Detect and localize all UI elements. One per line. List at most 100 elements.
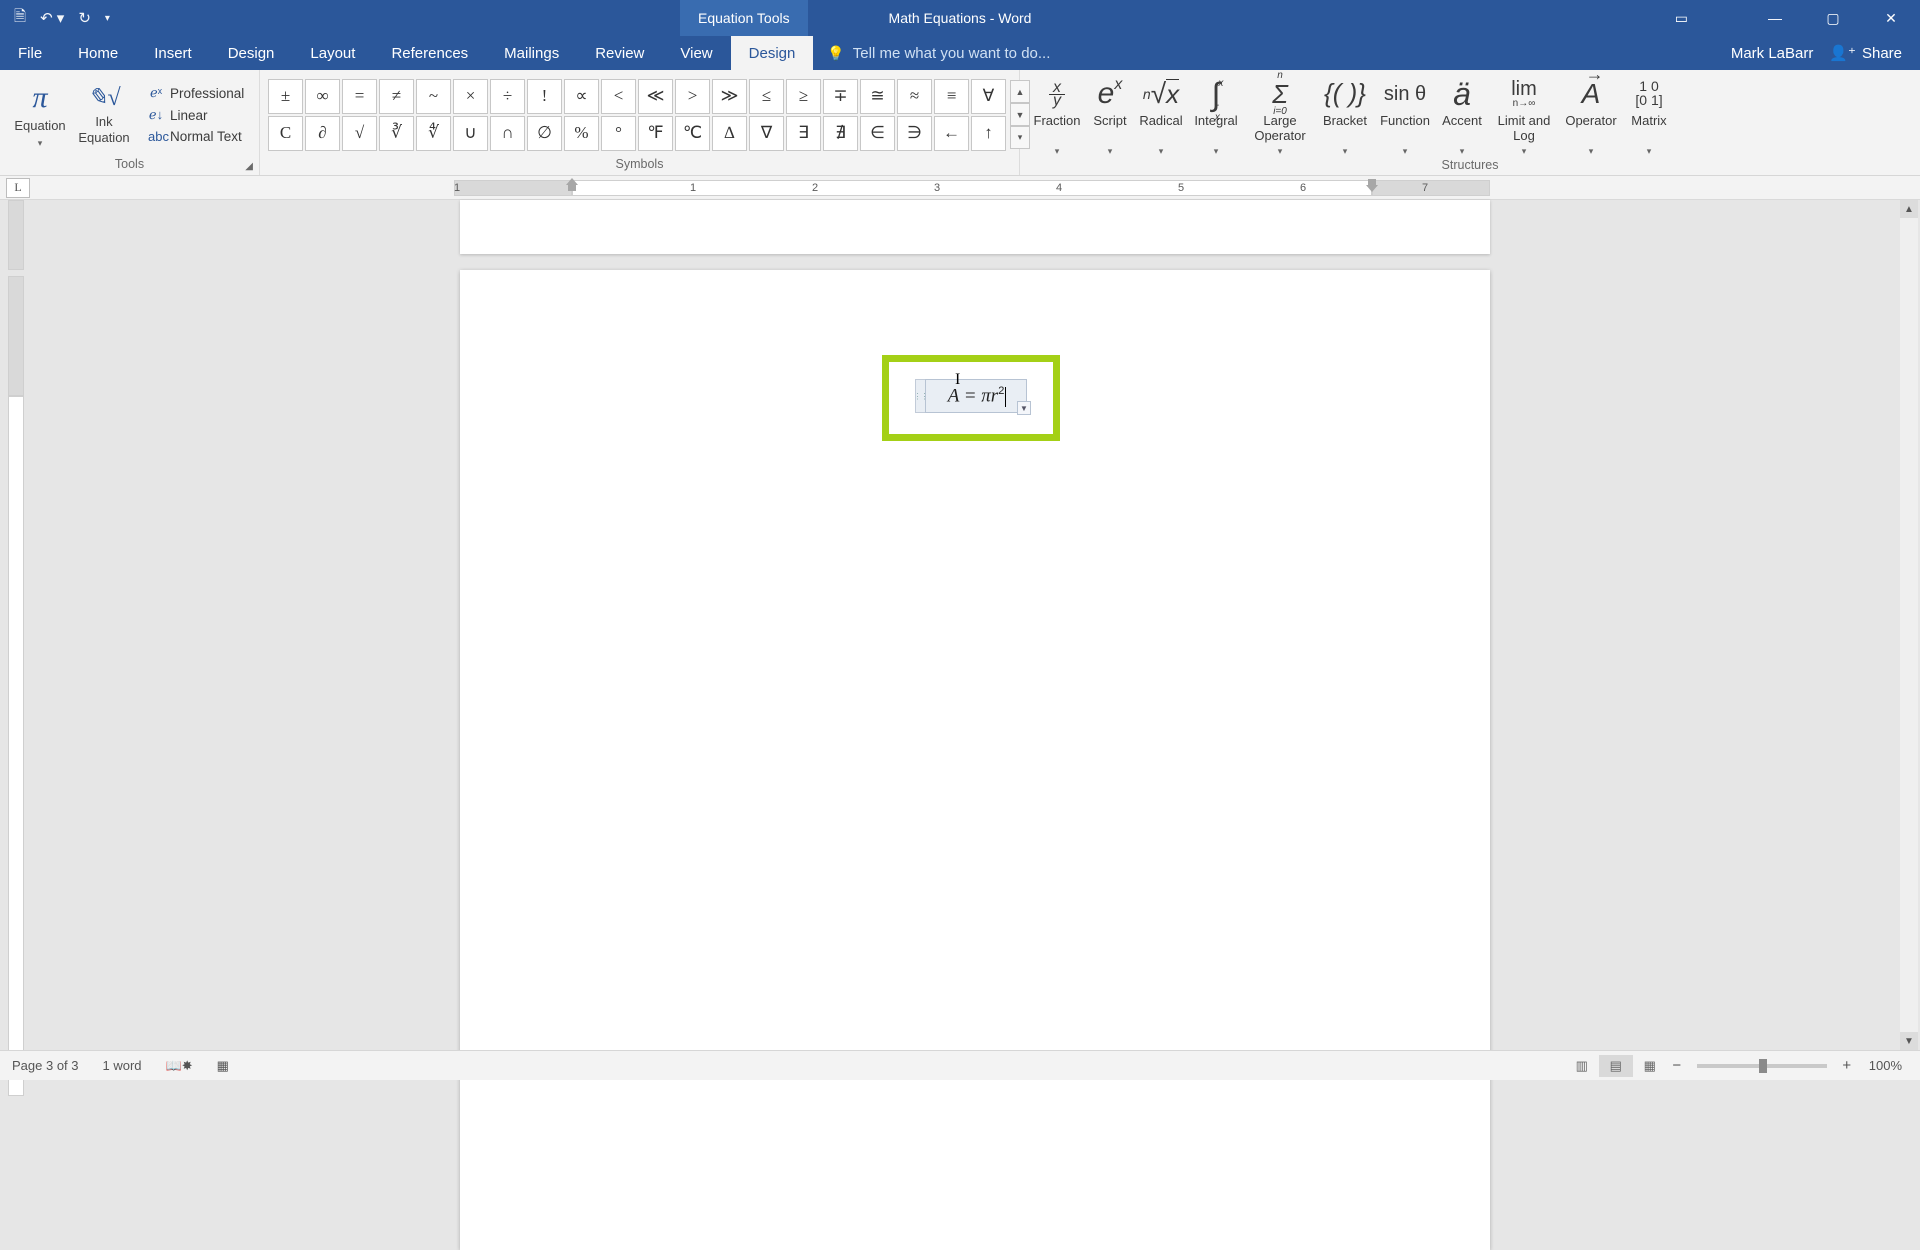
symbol-cell[interactable]: ∄ <box>823 116 858 151</box>
symbol-cell[interactable]: ≠ <box>379 79 414 114</box>
symbol-cell[interactable]: × <box>453 79 488 114</box>
zoom-slider-thumb[interactable] <box>1759 1059 1767 1073</box>
save-icon[interactable]: 🗎 <box>14 6 26 31</box>
macro-icon[interactable]: ▦ <box>205 1058 241 1074</box>
symbol-cell[interactable]: ↑ <box>971 116 1006 151</box>
word-count[interactable]: 1 word <box>91 1058 154 1073</box>
page-indicator[interactable]: Page 3 of 3 <box>0 1058 91 1073</box>
vertical-scrollbar[interactable]: ▲ ▼ <box>1900 200 1918 1050</box>
scroll-up-button[interactable]: ▲ <box>1900 200 1918 218</box>
symbol-cell[interactable]: ∩ <box>490 116 525 151</box>
document-page[interactable]: ⋮⋮ A = πr2 I ▼ <box>460 270 1490 1250</box>
dialog-launcher-icon[interactable]: ◢ <box>245 161 253 172</box>
structure-limit-and-log[interactable]: limn→∞Limit and Log▾ <box>1488 72 1560 156</box>
normal-text-button[interactable]: abcNormal Text <box>144 128 248 145</box>
spellcheck-icon[interactable]: 📖✸ <box>154 1058 205 1074</box>
symbol-cell[interactable]: ± <box>268 79 303 114</box>
structure-script[interactable]: exScript▾ <box>1086 72 1134 156</box>
symbol-cell[interactable]: ∓ <box>823 79 858 114</box>
equation-button[interactable]: π Equation ▾ <box>8 80 72 148</box>
symbol-cell[interactable]: C <box>268 116 303 151</box>
zoom-in-button[interactable]: + <box>1837 1057 1857 1074</box>
symbol-cell[interactable]: ∇ <box>749 116 784 151</box>
tab-references[interactable]: References <box>373 36 486 70</box>
symbol-cell[interactable]: < <box>601 79 636 114</box>
read-mode-button[interactable]: ▥ <box>1565 1055 1599 1077</box>
ribbon-display-options-icon[interactable]: ▭ <box>1675 0 1688 36</box>
professional-button[interactable]: ℯˣProfessional <box>144 84 248 102</box>
symbol-cell[interactable]: ≥ <box>786 79 821 114</box>
zoom-out-button[interactable]: − <box>1667 1057 1687 1074</box>
symbol-cell[interactable]: ∜ <box>416 116 451 151</box>
symbol-cell[interactable]: ≅ <box>860 79 895 114</box>
symbol-cell[interactable]: ← <box>934 116 969 151</box>
share-button[interactable]: 👤⁺ Share <box>1829 36 1920 70</box>
tab-insert[interactable]: Insert <box>136 36 210 70</box>
symbol-cell[interactable]: ≈ <box>897 79 932 114</box>
tab-home[interactable]: Home <box>60 36 136 70</box>
symbol-cell[interactable]: ~ <box>416 79 451 114</box>
structure-radical[interactable]: n√xRadical▾ <box>1134 72 1188 156</box>
symbol-cell[interactable]: ∃ <box>786 116 821 151</box>
structure-integral[interactable]: ∫x-xIntegral▾ <box>1188 72 1244 156</box>
tab-view[interactable]: View <box>662 36 730 70</box>
tab-file[interactable]: File <box>0 36 60 70</box>
tell-me-search[interactable]: 💡 Tell me what you want to do... <box>813 36 1050 70</box>
minimize-button[interactable]: — <box>1746 0 1804 36</box>
symbol-cell[interactable]: √ <box>342 116 377 151</box>
symbol-cell[interactable]: ∆ <box>712 116 747 151</box>
tab-equation-design[interactable]: Design <box>731 36 814 70</box>
structure-fraction[interactable]: xyFraction▾ <box>1028 72 1086 156</box>
symbol-cell[interactable]: ∪ <box>453 116 488 151</box>
symbol-cell[interactable]: ÷ <box>490 79 525 114</box>
symbol-cell[interactable]: ∞ <box>305 79 340 114</box>
qat-more-icon[interactable]: ▾ <box>105 13 110 24</box>
zoom-slider[interactable] <box>1697 1064 1827 1068</box>
tab-selector[interactable]: L <box>6 178 30 198</box>
symbol-cell[interactable]: ∛ <box>379 116 414 151</box>
symbol-cell[interactable]: ≡ <box>934 79 969 114</box>
account-name[interactable]: Mark LaBarr <box>1731 36 1830 70</box>
symbol-cell[interactable]: = <box>342 79 377 114</box>
symbol-cell[interactable]: ∝ <box>564 79 599 114</box>
maximize-button[interactable]: ▢ <box>1804 0 1862 36</box>
tab-review[interactable]: Review <box>577 36 662 70</box>
tab-mailings[interactable]: Mailings <box>486 36 577 70</box>
redo-icon[interactable]: ↻ <box>78 9 91 27</box>
tab-design-main[interactable]: Design <box>210 36 293 70</box>
first-line-indent-marker[interactable] <box>566 178 578 192</box>
symbol-cell[interactable]: ! <box>527 79 562 114</box>
linear-button[interactable]: ℯ↓Linear <box>144 106 248 124</box>
structure-bracket[interactable]: {( )}Bracket▾ <box>1316 72 1374 156</box>
symbol-cell[interactable]: ∈ <box>860 116 895 151</box>
symbol-cell[interactable]: > <box>675 79 710 114</box>
symbol-cell[interactable]: ∀ <box>971 79 1006 114</box>
structure-operator[interactable]: A→Operator▾ <box>1560 72 1622 156</box>
symbol-cell[interactable]: ∅ <box>527 116 562 151</box>
symbol-cell[interactable]: % <box>564 116 599 151</box>
equation-placeholder[interactable]: A = πr2 <box>925 379 1027 413</box>
structure-large-operator[interactable]: nΣi=0Large Operator▾ <box>1244 72 1316 156</box>
structure-matrix[interactable]: [1 00 1]Matrix▾ <box>1622 72 1676 156</box>
right-indent-marker[interactable] <box>1366 178 1378 192</box>
undo-icon[interactable]: ↶ ▾ <box>40 9 64 27</box>
symbol-cell[interactable]: ° <box>601 116 636 151</box>
web-layout-button[interactable]: ▦ <box>1633 1055 1667 1077</box>
symbol-cell[interactable]: ℉ <box>638 116 673 151</box>
symbol-cell[interactable]: ℃ <box>675 116 710 151</box>
scroll-down-button[interactable]: ▼ <box>1900 1032 1918 1050</box>
equation-options-dropdown[interactable]: ▼ <box>1017 401 1031 415</box>
symbol-cell[interactable]: ∂ <box>305 116 340 151</box>
symbol-cell[interactable]: ≫ <box>712 79 747 114</box>
ink-equation-button[interactable]: ✎√ Ink Equation <box>72 84 136 146</box>
structure-accent[interactable]: äAccent▾ <box>1436 72 1488 156</box>
symbol-cell[interactable]: ∋ <box>897 116 932 151</box>
tab-layout[interactable]: Layout <box>292 36 373 70</box>
symbol-cell[interactable]: ≪ <box>638 79 673 114</box>
symbol-cell[interactable]: ≤ <box>749 79 784 114</box>
zoom-level[interactable]: 100% <box>1857 1058 1920 1073</box>
close-button[interactable]: ✕ <box>1862 0 1920 36</box>
equation-move-handle[interactable]: ⋮⋮ <box>915 379 925 413</box>
print-layout-button[interactable]: ▤ <box>1599 1055 1633 1077</box>
structure-function[interactable]: sin θFunction▾ <box>1374 72 1436 156</box>
